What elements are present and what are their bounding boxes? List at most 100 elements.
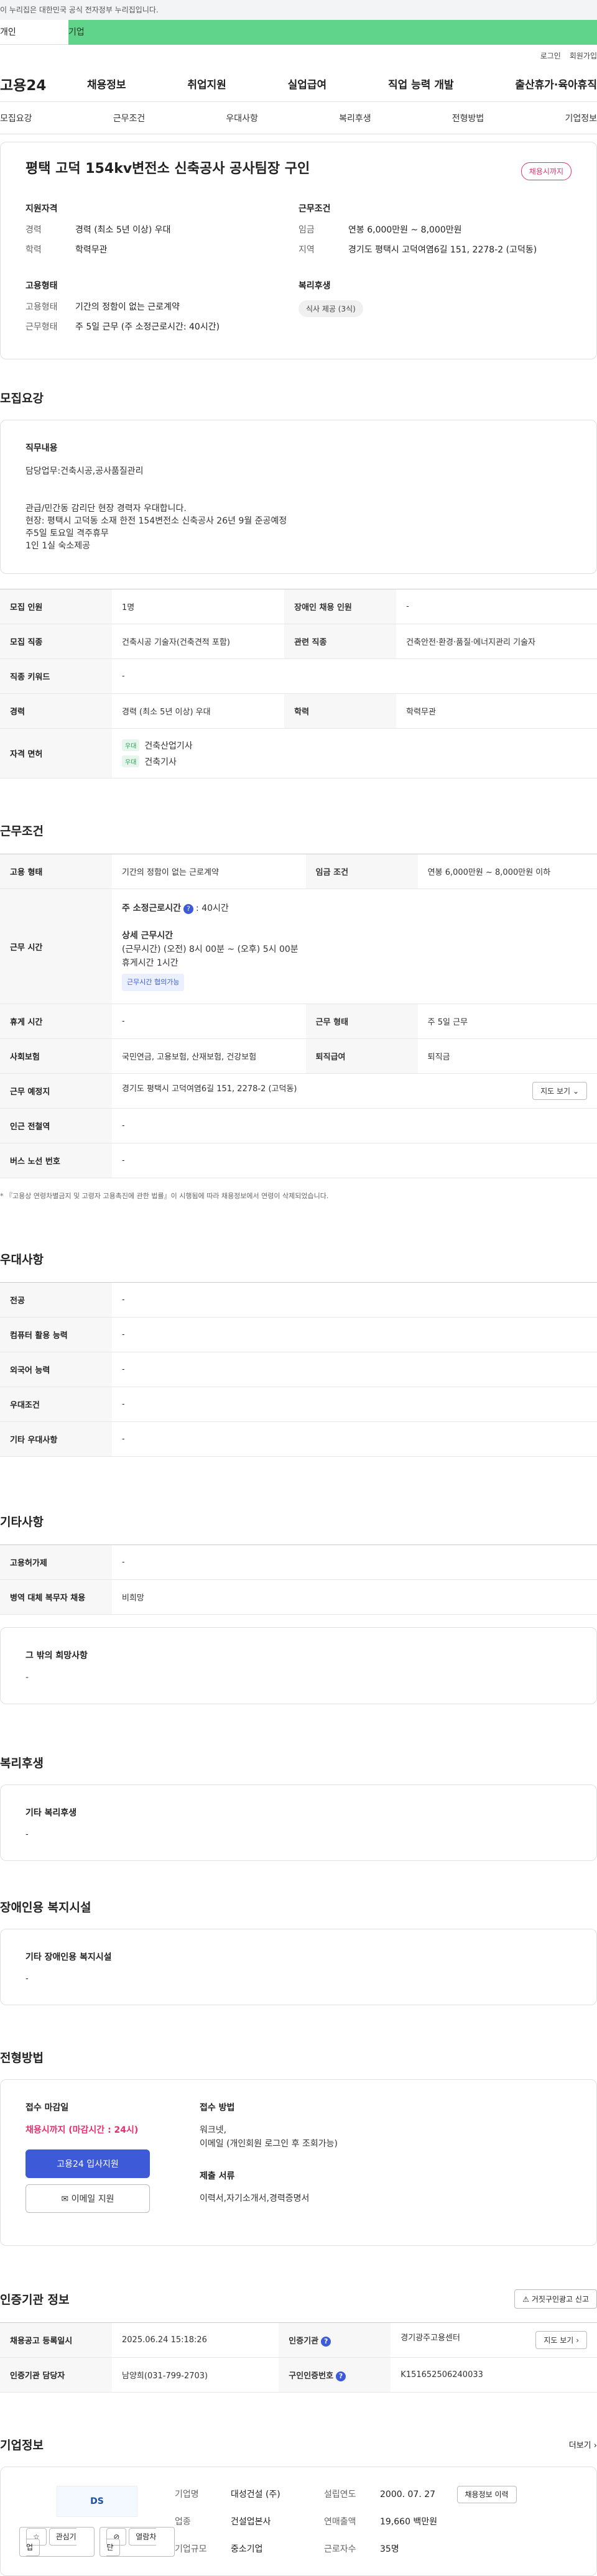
gnb-item-training[interactable]: 직업 능력 개발 <box>388 76 454 91</box>
table-header: 경력 <box>0 693 112 729</box>
subnav-work[interactable]: 근무조건 <box>113 112 146 124</box>
gnb-item-support[interactable]: 취업지원 <box>187 76 226 91</box>
company-founded-cell: 2000. 07. 27 채용정보 이력 <box>380 2485 578 2503</box>
table-cell: 비희망 <box>112 1579 597 1615</box>
table-cell: - <box>112 1352 597 1387</box>
company-logo: DS <box>57 2486 137 2517</box>
table-cell: - <box>112 1108 597 1143</box>
subnav-recruit[interactable]: 모집요강 <box>0 112 32 124</box>
disabled-box-title: 기타 장애인용 복지시설 <box>25 1952 112 1962</box>
table-row: 경력 경력 (최소 5년 이상) 우대 학력 학력무관 <box>0 693 597 729</box>
gnb-item-jobs[interactable]: 채용정보 <box>87 76 126 91</box>
history-button[interactable]: 채용정보 이력 <box>456 2485 517 2503</box>
how-value: 워크넷, 이메일 (개인회원 로그인 후 조회가능) <box>200 2125 338 2149</box>
agency-key: 인증기관 <box>289 2336 319 2346</box>
mail-icon: ✉ <box>61 2194 69 2204</box>
company-more-link[interactable]: 더보기 › <box>569 2439 597 2450</box>
table-cell: K151652506240033 <box>391 2357 597 2393</box>
table-row: 채용공고 등록일시 2025.06.24 15:18:26 인증기관? 경기광주… <box>0 2322 597 2358</box>
tab-individual[interactable]: 개인 <box>0 20 68 45</box>
table-row: 외국어 능력 - <box>0 1352 597 1387</box>
site-logo[interactable]: 고용24 <box>0 73 81 95</box>
welfare-section-title: 복리후생 <box>0 1757 44 1770</box>
table-cell: - <box>112 1387 597 1422</box>
table-row: 컴퓨터 활용 능력 - <box>0 1317 597 1352</box>
login-link[interactable]: 로그인 <box>540 50 561 61</box>
hours-cell: 주 소정근로시간?: 40시간 상세 근무시간 (근무시간) (오전) 8시 0… <box>112 889 597 1004</box>
how-title: 접수 방법 <box>200 2103 235 2113</box>
table-header: 근무 형태 <box>305 1004 418 1039</box>
other-extra-box: 그 밖의 희망사항 - <box>0 1627 597 1704</box>
table-row: 자격 면허 우대 건축산업기사 우대 건축기사 <box>0 728 597 778</box>
pref-section-title: 우대사항 <box>0 1253 44 1267</box>
employment-block: 고용형태 고용형태 기간의 정함이 없는 근로계약 근무형태 주 5일 근무 (주 … <box>25 279 298 340</box>
email-apply-button[interactable]: ✉ 이메일 지원 <box>25 2184 150 2213</box>
chevron-right-icon: › <box>593 2441 597 2450</box>
region-value: 경기도 평택시 고덕여염6길 151, 2278-2 (고덕동) <box>348 245 537 255</box>
company-value: 대성건설 (주) <box>231 2490 280 2500</box>
map-button[interactable]: 지도 보기 ⌄ <box>532 1082 587 1100</box>
table-cell: - <box>112 1317 597 1352</box>
company-key: 기업명 <box>175 2490 199 2500</box>
summary-grid: 지원자격 경력 경력 (최소 5년 이상) 우대 학력 학력무관 근무조건 임금 연봉… <box>25 202 572 340</box>
license-name: 건축산업기사 <box>144 741 193 751</box>
welfare-box-value: - <box>25 1830 29 1839</box>
report-ad-label: 거짓구인광고 신고 <box>531 2295 589 2304</box>
global-nav: 고용24 채용정보 취업지원 실업급여 직업 능력 개발 출산휴가·육아휴직 <box>0 66 597 102</box>
company-info: 기업명 대성건설 (주) 설립연도 2000. 07. 27 채용정보 이력 업… <box>175 2485 578 2557</box>
table-row: 우대조건 - <box>0 1387 597 1422</box>
tab-company[interactable]: 기업 <box>68 20 597 45</box>
table-row: 고용허가제 - <box>0 1544 597 1580</box>
work-table: 고용 형태 기간의 정함이 없는 근로계약 임금 조건 연봉 6,000만원 ~… <box>0 854 597 1178</box>
num-key: 구인인증번호 <box>289 2371 334 2381</box>
table-row: 모집 인원 1명 장애인 채용 인원 - <box>0 589 597 624</box>
join-link[interactable]: 회원가입 <box>570 50 597 61</box>
company-key: 업종 <box>175 2517 191 2527</box>
method-left: 접수 마감일 채용시까지 (마감시간 : 24시) 고용24 입사지원 ✉ 이메… <box>25 2101 200 2224</box>
subnav-company[interactable]: 기업정보 <box>565 112 597 124</box>
method-right: 접수 방법 워크넷, 이메일 (개인회원 로그인 후 조회가능) 제출 서류 이… <box>200 2101 572 2224</box>
help-icon[interactable]: ? <box>336 2371 346 2381</box>
wage-value: 연봉 6,000만원 ~ 8,000만원 <box>348 225 462 235</box>
table-cell: 학력무관 <box>396 693 597 729</box>
subnav-pref[interactable]: 우대사항 <box>226 112 258 124</box>
table-row: 기타 우대사항 - <box>0 1421 597 1457</box>
gnb-item-leave[interactable]: 출산휴가·육아휴직 <box>515 76 597 91</box>
employment-title: 고용형태 <box>25 281 58 291</box>
table-header: 장애인 채용 인원 <box>284 589 397 624</box>
table-header: 외국어 능력 <box>0 1352 112 1387</box>
subnav-method[interactable]: 전형방법 <box>452 112 484 124</box>
worktype-key: 근무형태 <box>25 322 58 332</box>
license-item: 우대 건축기사 <box>122 754 587 770</box>
table-cell: 주 5일 근무 <box>417 1004 597 1039</box>
gnb-item-unemployment[interactable]: 실업급여 <box>288 76 327 91</box>
block-button[interactable]: ⊘ 열람차단 <box>100 2527 175 2557</box>
apply-button[interactable]: 고용24 입사지원 <box>25 2149 150 2178</box>
agency-map-button[interactable]: 지도 보기 › <box>535 2331 587 2349</box>
welfare-title: 복리후생 <box>298 281 331 291</box>
table-cell: 건축안전·환경·품질·에너지관리 기술자 <box>396 624 597 659</box>
interest-button[interactable]: ☆ 관심기업 <box>19 2527 95 2557</box>
table-row: 병역 대체 복무자 채용 비희망 <box>0 1579 597 1615</box>
table-header: 인증기관 담당자 <box>0 2357 112 2393</box>
warning-icon: ⚠ <box>522 2295 530 2304</box>
report-ad-button[interactable]: ⚠ 거짓구인광고 신고 <box>514 2289 597 2309</box>
agency-map-label: 지도 보기 <box>544 2336 574 2345</box>
license-name: 건축기사 <box>144 757 177 767</box>
subnav-welfare[interactable]: 복리후생 <box>339 112 371 124</box>
help-icon[interactable]: ? <box>321 2336 331 2347</box>
welfare-block: 복리후생 식사 제공 (3식) <box>298 279 572 340</box>
hours-detail-2: 휴게시간 1시간 <box>122 958 178 968</box>
agency-section-title: 인증기관 정보 <box>0 2293 70 2307</box>
tab-company-label: 기업 <box>68 27 85 37</box>
help-icon[interactable]: ? <box>183 904 194 914</box>
docs-value: 이력서,자기소개서,경력증명서 <box>200 2194 310 2204</box>
company-header: 기업정보 더보기 › <box>0 2436 597 2453</box>
pref-tag: 우대 <box>122 755 140 767</box>
table-cell: - <box>112 1282 597 1318</box>
work-section-title: 근무조건 <box>0 824 44 838</box>
disabled-box: 기타 장애인용 복지시설 - <box>0 1929 597 2005</box>
table-cell: 퇴직금 <box>417 1038 597 1074</box>
map-button-label: 지도 보기 <box>540 1087 571 1096</box>
other-section-title: 기타사항 <box>0 1515 44 1529</box>
